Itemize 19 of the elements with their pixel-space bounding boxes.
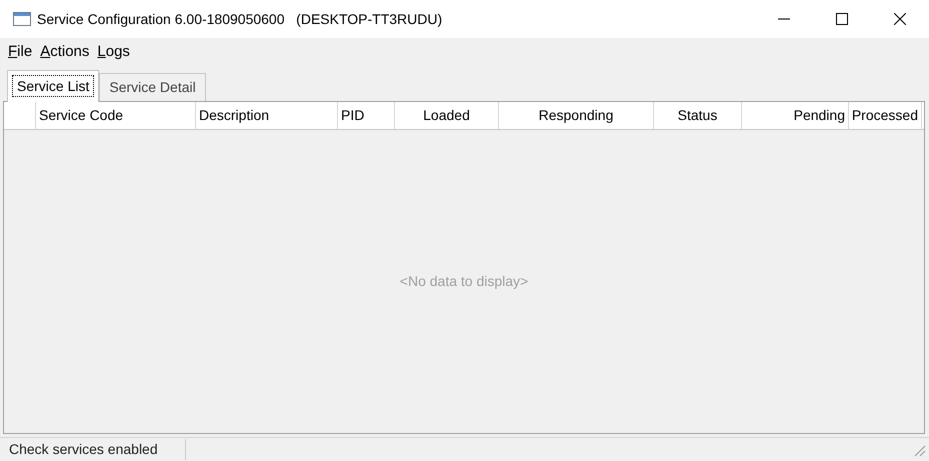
column-header[interactable]: Service Code bbox=[36, 102, 196, 129]
close-icon bbox=[894, 13, 906, 25]
window-title: Service Configuration 6.00-1809050600 (DESKTOP-TT3RUDU) bbox=[37, 10, 442, 29]
column-header[interactable]: Status bbox=[654, 102, 742, 129]
column-header[interactable]: PID bbox=[338, 102, 395, 129]
status-text: Check services enabled bbox=[0, 439, 186, 460]
maximize-icon bbox=[836, 13, 848, 25]
menu-item[interactable]: File bbox=[4, 41, 36, 64]
tab[interactable]: Service Detail bbox=[99, 73, 206, 101]
app-icon bbox=[13, 12, 31, 26]
column-header[interactable]: Responding bbox=[499, 102, 654, 129]
tab[interactable]: Service List bbox=[7, 70, 100, 102]
column-header[interactable]: Description bbox=[196, 102, 338, 129]
column-header[interactable]: Loaded bbox=[395, 102, 499, 129]
column-header[interactable]: Processed bbox=[849, 102, 922, 129]
menu-item[interactable]: Actions bbox=[36, 41, 94, 64]
empty-message: <No data to display> bbox=[400, 272, 528, 291]
menu-item[interactable]: Logs bbox=[93, 41, 134, 64]
column-header[interactable]: Pending bbox=[742, 102, 849, 129]
